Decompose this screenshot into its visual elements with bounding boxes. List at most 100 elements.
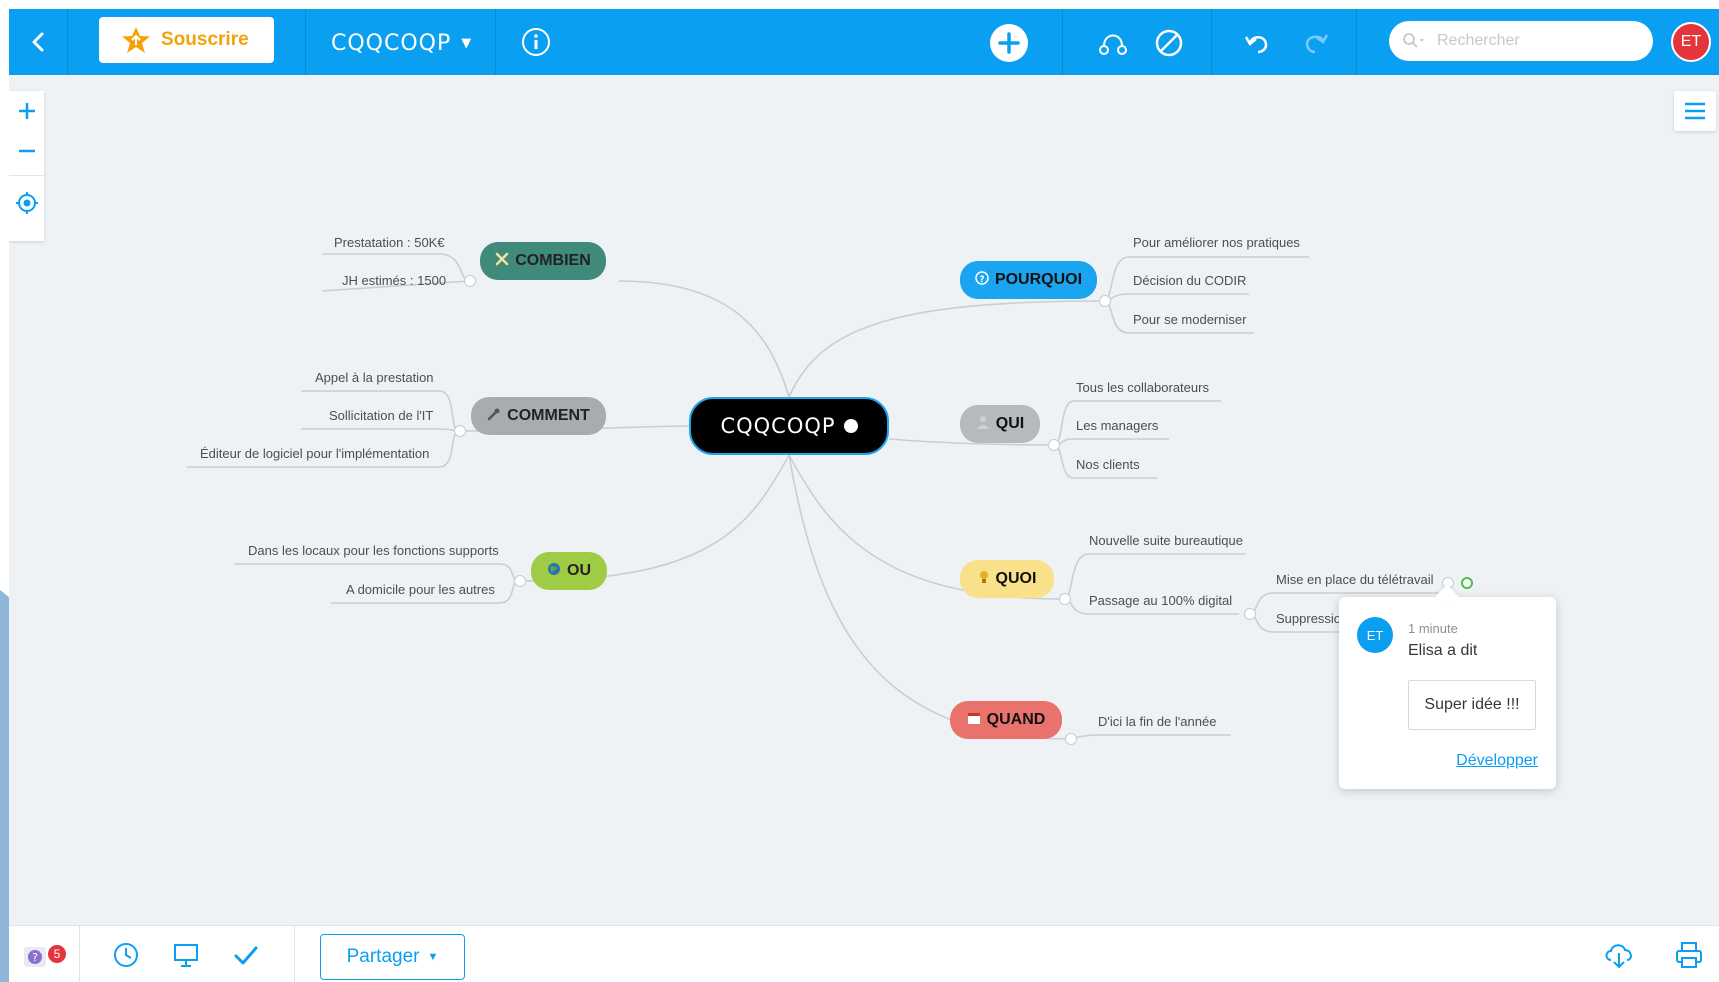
leaf-quand-1[interactable]: D'ici la fin de l'année xyxy=(1098,714,1216,729)
help-button[interactable]: ? 5 xyxy=(19,940,67,974)
presentation-icon xyxy=(174,944,198,967)
calendar-icon xyxy=(967,711,981,730)
notification-badge: 5 xyxy=(47,944,67,964)
svg-text:?: ? xyxy=(32,951,38,964)
hamburger-icon xyxy=(1685,102,1705,120)
central-topic[interactable]: CQQCOQP xyxy=(689,397,889,455)
leaf-pourquoi-3[interactable]: Pour se moderniser xyxy=(1133,312,1246,327)
zoom-in-button[interactable] xyxy=(9,91,44,131)
leaf-comment-2[interactable]: Sollicitation de l'IT xyxy=(329,408,433,423)
svg-text:?: ? xyxy=(979,275,984,285)
expand-link[interactable]: Développer xyxy=(1456,752,1538,770)
person-icon xyxy=(976,415,990,434)
topic-label: COMBIEN xyxy=(515,252,591,269)
plus-icon xyxy=(18,103,35,119)
leaf-qui-3[interactable]: Nos clients xyxy=(1076,457,1140,472)
help-icon: ? xyxy=(24,947,46,967)
collapse-knob[interactable] xyxy=(1244,608,1256,620)
leaf-ou-1[interactable]: Dans les locaux pour les fonctions suppo… xyxy=(248,543,499,558)
star-icon xyxy=(122,27,150,53)
menu-button[interactable] xyxy=(1674,91,1716,131)
topic-qui[interactable]: QUI xyxy=(960,405,1040,443)
topic-quoi[interactable]: QUOI xyxy=(960,560,1054,598)
search-box xyxy=(1389,21,1653,61)
check-icon xyxy=(234,946,258,965)
map-title: CQQCOQP xyxy=(331,31,452,56)
redo-icon xyxy=(1305,34,1329,54)
comment-time: 1 minute xyxy=(1408,621,1458,636)
leaf-quoi-1[interactable]: Nouvelle suite bureautique xyxy=(1089,533,1243,548)
mindmap-app: CQQCOQP COMBIEN Prestatation : 50K€ JH e… xyxy=(9,9,1719,982)
cancel-button[interactable] xyxy=(1152,26,1186,60)
relationship-button[interactable] xyxy=(1095,26,1131,60)
search-icon xyxy=(1403,33,1424,48)
topic-label: QUI xyxy=(995,415,1025,432)
leaf-ou-2[interactable]: A domicile pour les autres xyxy=(346,582,495,597)
collapse-knob[interactable] xyxy=(514,575,526,587)
info-button[interactable] xyxy=(519,25,553,59)
connector-lines xyxy=(187,253,1439,740)
avatar: ET xyxy=(1357,617,1393,653)
validate-button[interactable] xyxy=(229,938,263,972)
undo-icon xyxy=(1244,36,1268,54)
question-icon: ? xyxy=(975,270,989,290)
forbidden-icon xyxy=(1155,29,1183,57)
subleaf-quoi-2[interactable]: Suppressio xyxy=(1276,611,1341,626)
topic-comment[interactable]: COMMENT xyxy=(471,397,606,435)
subscribe-button[interactable]: Souscrire xyxy=(99,17,274,63)
collapse-knob[interactable] xyxy=(1059,593,1071,605)
leaf-combien-1[interactable]: Prestatation : 50K€ xyxy=(334,235,445,250)
search-input[interactable] xyxy=(1435,31,1625,51)
topic-label: POURQUOI xyxy=(994,271,1083,288)
wrench-icon xyxy=(487,407,501,426)
print-button[interactable] xyxy=(1672,938,1706,972)
undo-button[interactable] xyxy=(1241,26,1275,60)
collapse-knob[interactable] xyxy=(1065,733,1077,745)
history-icon xyxy=(114,943,138,967)
back-button[interactable] xyxy=(9,9,67,75)
center-map-button[interactable] xyxy=(9,183,44,223)
relationship-icon xyxy=(1099,34,1127,55)
user-avatar[interactable]: ET xyxy=(1671,22,1711,62)
topic-label: OU xyxy=(567,562,591,579)
redo-button[interactable] xyxy=(1298,26,1332,60)
leaf-qui-2[interactable]: Les managers xyxy=(1076,418,1158,433)
leaf-pourquoi-1[interactable]: Pour améliorer nos pratiques xyxy=(1133,235,1300,250)
topic-label: QUAND xyxy=(986,711,1046,728)
topic-combien[interactable]: COMBIEN xyxy=(480,242,606,280)
topic-ou[interactable]: OU xyxy=(531,552,607,590)
collapse-knob[interactable] xyxy=(1099,295,1111,307)
leaf-comment-3[interactable]: Éditeur de logiciel pour l'implémentatio… xyxy=(200,446,429,461)
zoom-panel xyxy=(9,91,44,241)
leaf-pourquoi-2[interactable]: Décision du CODIR xyxy=(1133,273,1246,288)
leaf-qui-1[interactable]: Tous les collaborateurs xyxy=(1076,380,1209,395)
comment-text: Super idée !!! xyxy=(1408,680,1536,730)
central-topic-label: CQQCOQP xyxy=(720,414,836,438)
subleaf-quoi-1[interactable]: Mise en place du télétravail xyxy=(1276,572,1434,587)
add-topic-button[interactable] xyxy=(988,22,1030,64)
print-icon xyxy=(1676,942,1702,968)
top-toolbar: Souscrire CQQCOQP ▼ Rechercher ET xyxy=(9,9,1719,75)
bottom-toolbar: ? 5 Partager ▼ xyxy=(9,925,1719,982)
collapse-knob[interactable] xyxy=(454,425,466,437)
topic-quand[interactable]: QUAND xyxy=(950,701,1062,739)
central-topic-marker xyxy=(843,419,858,433)
collapse-knob[interactable] xyxy=(1048,439,1060,451)
share-button[interactable]: Partager ▼ xyxy=(320,934,465,980)
leaf-comment-1[interactable]: Appel à la prestation xyxy=(315,370,434,385)
presentation-button[interactable] xyxy=(169,938,203,972)
map-title-dropdown[interactable]: CQQCOQP ▼ xyxy=(331,31,472,56)
download-button[interactable] xyxy=(1602,938,1636,972)
topic-pourquoi[interactable]: ? POURQUOI xyxy=(960,261,1097,299)
tools-icon xyxy=(495,252,509,271)
history-button[interactable] xyxy=(109,938,143,972)
collapse-knob[interactable] xyxy=(464,275,476,287)
leaf-combien-2[interactable]: JH estimés : 1500 xyxy=(342,273,446,288)
zoom-out-button[interactable] xyxy=(9,131,44,171)
bulb-icon xyxy=(978,570,990,589)
target-icon xyxy=(15,192,38,214)
comment-popup: ET 1 minute Elisa a dit Super idée !!! D… xyxy=(1339,597,1556,789)
comment-indicator[interactable] xyxy=(1461,577,1473,589)
leaf-quoi-2[interactable]: Passage au 100% digital xyxy=(1089,593,1232,608)
globe-icon xyxy=(547,562,561,581)
